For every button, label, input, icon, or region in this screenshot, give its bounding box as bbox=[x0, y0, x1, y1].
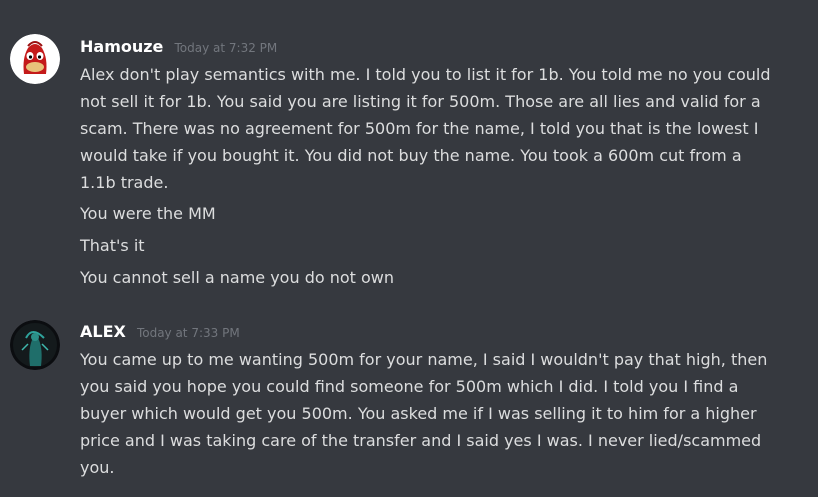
message-line: buyer which would get you 500m. You aske… bbox=[80, 404, 757, 423]
message-line: You came up to me wanting 500m for your … bbox=[80, 350, 768, 369]
chat-messages: Hamouze Today at 7:32 PM Alex don't play… bbox=[0, 0, 818, 497]
message-line: 1.1b trade. bbox=[80, 173, 169, 192]
message-header: Hamouze Today at 7:32 PM bbox=[80, 37, 277, 59]
message-line: not sell it for 1b. You said you are lis… bbox=[80, 92, 761, 111]
author-name[interactable]: ALEX bbox=[80, 322, 126, 341]
message-line: you said you hope you could find someone… bbox=[80, 377, 739, 396]
ugandan-knuckles-avatar[interactable] bbox=[10, 34, 60, 84]
message-text: That's it bbox=[80, 236, 145, 255]
message-line: would take if you bought it. You did not… bbox=[80, 146, 742, 165]
message-timestamp: Today at 7:32 PM bbox=[174, 41, 278, 55]
message-header: ALEX Today at 7:33 PM bbox=[80, 322, 240, 344]
dark-figure-avatar[interactable] bbox=[10, 320, 60, 370]
author-name[interactable]: Hamouze bbox=[80, 37, 163, 56]
message-text: You were the MM bbox=[80, 204, 216, 223]
message-line: Alex don't play semantics with me. I tol… bbox=[80, 65, 771, 84]
message-line: you. bbox=[80, 458, 115, 477]
message-line: price and I was taking care of the trans… bbox=[80, 431, 762, 450]
message-text: You cannot sell a name you do not own bbox=[80, 268, 395, 287]
message-timestamp: Today at 7:33 PM bbox=[136, 326, 240, 340]
message-line: scam. There was no agreement for 500m fo… bbox=[80, 119, 759, 138]
